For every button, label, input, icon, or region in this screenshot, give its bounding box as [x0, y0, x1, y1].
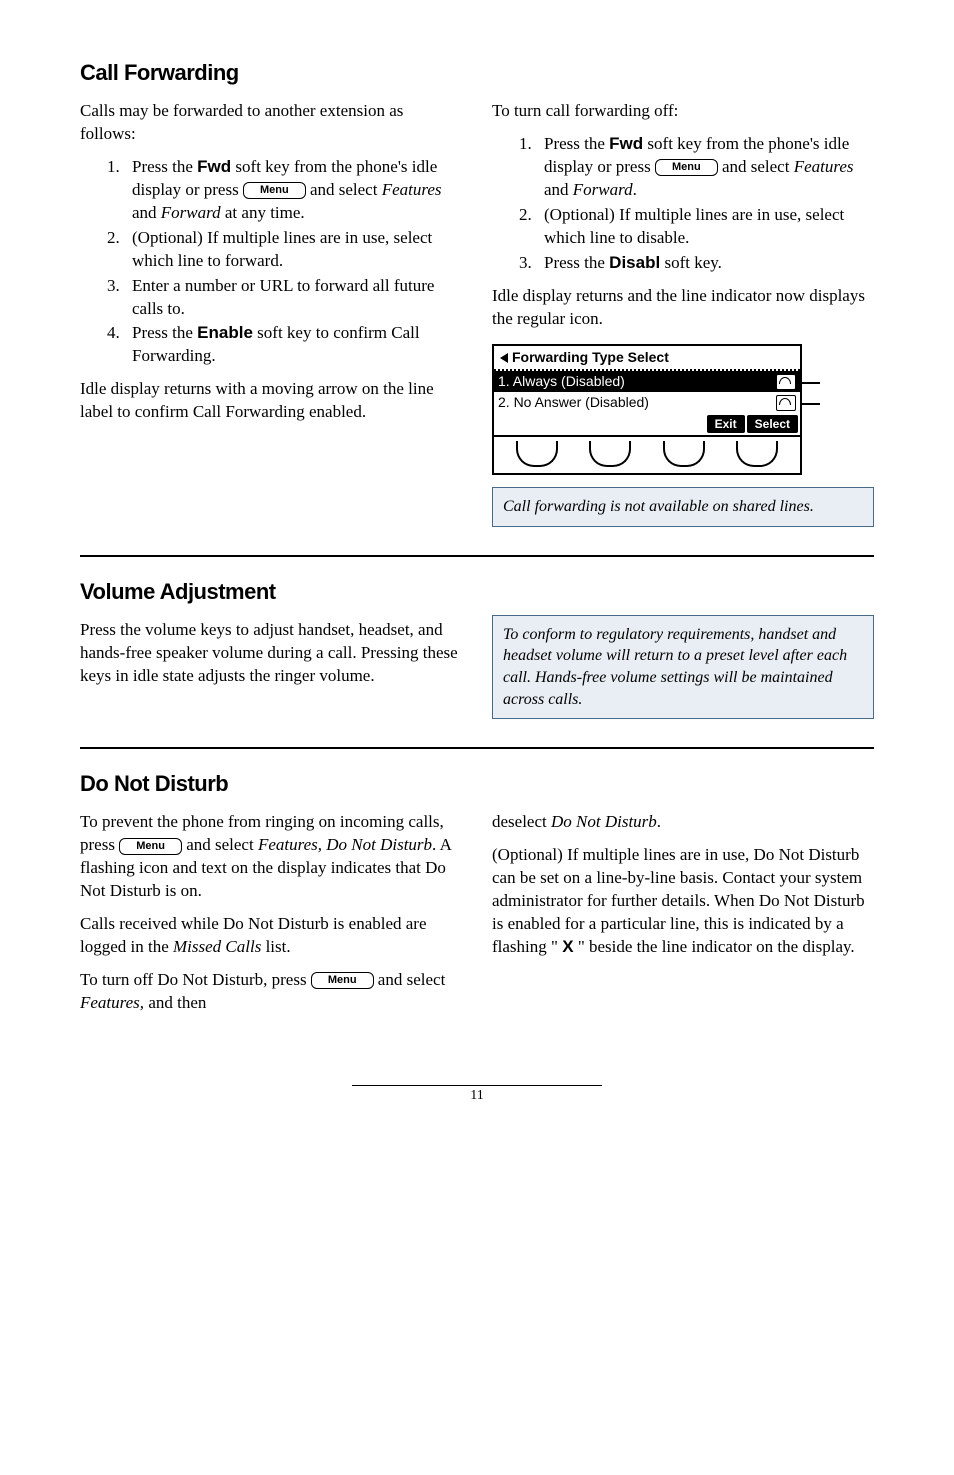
- cf-on-step-3: Enter a number or URL to forward all fut…: [124, 275, 462, 321]
- section-divider: [80, 747, 874, 749]
- connector-line-icon: [800, 382, 820, 384]
- enable-softkey-label: Enable: [197, 323, 253, 342]
- dnd-p3: To turn off Do Not Disturb, press Menu a…: [80, 969, 462, 1015]
- triangle-icon: [500, 353, 508, 363]
- cf-on-step-4: Press the Enable soft key to confirm Cal…: [124, 322, 462, 368]
- phone-icon: [776, 395, 796, 411]
- physical-keys-row: [492, 437, 802, 475]
- heading-volume: Volume Adjustment: [80, 579, 874, 605]
- dnd-p1: To prevent the phone from ringing on inc…: [80, 811, 462, 903]
- physical-key-icon: [516, 441, 558, 467]
- disabl-softkey-label: Disabl: [609, 253, 660, 272]
- call-forwarding-left-column: Calls may be forwarded to another extens…: [80, 96, 462, 527]
- footer-divider: [352, 1085, 602, 1086]
- cf-on-step-1: Press the Fwd soft key from the phone's …: [124, 156, 462, 225]
- softkey-select: Select: [747, 415, 798, 433]
- cf-on-step-2: (Optional) If multiple lines are in use,…: [124, 227, 462, 273]
- page-number: 11: [470, 1088, 483, 1103]
- physical-key-icon: [736, 441, 778, 467]
- screen-row-2: 2. No Answer (Disabled): [494, 392, 800, 413]
- page-footer: 11: [80, 1085, 874, 1104]
- cf-off-step-1: Press the Fwd soft key from the phone's …: [536, 133, 874, 202]
- cf-intro: Calls may be forwarded to another extens…: [80, 100, 462, 146]
- volume-left-column: Press the volume keys to adjust handset,…: [80, 615, 462, 719]
- heading-call-forwarding: Call Forwarding: [80, 60, 874, 86]
- connector-line-icon: [800, 403, 820, 405]
- volume-body: Press the volume keys to adjust handset,…: [80, 619, 462, 688]
- menu-button-icon: Menu: [655, 159, 718, 176]
- heading-dnd: Do Not Disturb: [80, 771, 874, 797]
- cf-off-step-3: Press the Disabl soft key.: [536, 252, 874, 275]
- dnd-right-p1: deselect Do Not Disturb.: [492, 811, 874, 834]
- phone-icon: [776, 374, 796, 390]
- menu-button-icon: Menu: [243, 182, 306, 199]
- softkey-exit: Exit: [707, 415, 745, 433]
- fwd-softkey-label: Fwd: [197, 157, 231, 176]
- volume-note-box: To conform to regulatory requirements, h…: [492, 615, 874, 719]
- screen-row-1: 1. Always (Disabled): [494, 371, 800, 392]
- menu-button-icon: Menu: [311, 972, 374, 989]
- cf-off-intro: To turn call forwarding off:: [492, 100, 874, 123]
- phone-screen-illustration: Forwarding Type Select 1. Always (Disabl…: [492, 344, 874, 475]
- menu-button-icon: Menu: [119, 838, 182, 855]
- cf-off-step-2: (Optional) If multiple lines are in use,…: [536, 204, 874, 250]
- cf-on-outro: Idle display returns with a moving arrow…: [80, 378, 462, 424]
- physical-key-icon: [589, 441, 631, 467]
- volume-right-column: To conform to regulatory requirements, h…: [492, 615, 874, 719]
- screen-title: Forwarding Type Select: [494, 346, 800, 371]
- dnd-left-column: To prevent the phone from ringing on inc…: [80, 807, 462, 1025]
- fwd-softkey-label: Fwd: [609, 134, 643, 153]
- physical-key-icon: [663, 441, 705, 467]
- dnd-p2: Calls received while Do Not Disturb is e…: [80, 913, 462, 959]
- cf-note-box: Call forwarding is not available on shar…: [492, 487, 874, 527]
- dnd-right-p2: (Optional) If multiple lines are in use,…: [492, 844, 874, 959]
- dnd-right-column: deselect Do Not Disturb. (Optional) If m…: [492, 807, 874, 1025]
- x-glyph-icon: X: [562, 937, 573, 956]
- call-forwarding-right-column: To turn call forwarding off: Press the F…: [492, 96, 874, 527]
- cf-off-outro: Idle display returns and the line indica…: [492, 285, 874, 331]
- section-divider: [80, 555, 874, 557]
